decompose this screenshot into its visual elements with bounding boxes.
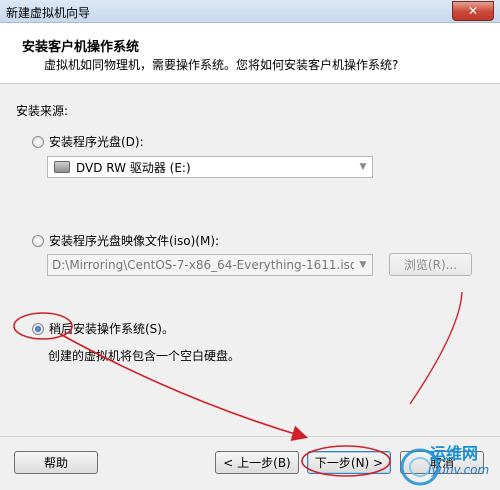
iso-option[interactable]: 安装程序光盘映像文件(iso)(M):: [32, 232, 219, 249]
chevron-down-icon: ▼: [359, 162, 367, 172]
disc-radio[interactable]: [32, 135, 44, 148]
drive-select[interactable]: DVD RW 驱动器 (E:) ▼: [47, 156, 373, 178]
back-button[interactable]: < 上一步(B): [215, 451, 299, 474]
disc-option-label: 安装程序光盘(D):: [49, 135, 144, 149]
page-subtitle: 虚拟机如同物理机，需要操作系统。您将如何安装客户机操作系统?: [44, 58, 399, 72]
watermark-en: iyunv.com: [428, 463, 490, 477]
drive-select-value: DVD RW 驱动器 (E:): [76, 160, 191, 175]
iso-path-value: D:\Mirroring\CentOS-7-x86_64-Everything-…: [52, 258, 354, 272]
window-title: 新建虚拟机向导: [6, 6, 91, 20]
dvd-drive-icon: [54, 161, 70, 173]
disc-option[interactable]: 安装程序光盘(D):: [32, 133, 144, 150]
install-later-description: 创建的虚拟机将包含一个空白硬盘。: [48, 349, 241, 363]
watermark-cn: 运维网: [430, 444, 479, 463]
iso-radio[interactable]: [32, 234, 44, 247]
next-button[interactable]: 下一步(N) >: [307, 451, 391, 474]
install-later-radio[interactable]: [32, 322, 44, 335]
help-button[interactable]: 帮助: [14, 451, 98, 474]
title-bar: 新建虚拟机向导 ✕: [0, 0, 500, 23]
browse-button[interactable]: 浏览(R)...: [389, 253, 472, 276]
install-later-label: 稍后安装操作系统(S)。: [49, 322, 174, 336]
install-source-label: 安装来源:: [16, 104, 69, 118]
install-later-option[interactable]: 稍后安装操作系统(S)。: [32, 320, 174, 337]
close-button[interactable]: ✕: [452, 1, 494, 21]
close-icon: ✕: [467, 4, 479, 18]
wizard-header: 安装客户机操作系统 虚拟机如同物理机，需要操作系统。您将如何安装客户机操作系统?: [0, 23, 500, 84]
page-title: 安装客户机操作系统: [22, 40, 140, 55]
iso-option-label: 安装程序光盘映像文件(iso)(M):: [49, 234, 220, 248]
chevron-down-icon: ▼: [359, 260, 367, 270]
wizard-body: 安装来源: 安装程序光盘(D): DVD RW 驱动器 (E:) ▼ 安装程序光…: [0, 84, 500, 436]
iso-path-input[interactable]: D:\Mirroring\CentOS-7-x86_64-Everything-…: [47, 254, 373, 276]
